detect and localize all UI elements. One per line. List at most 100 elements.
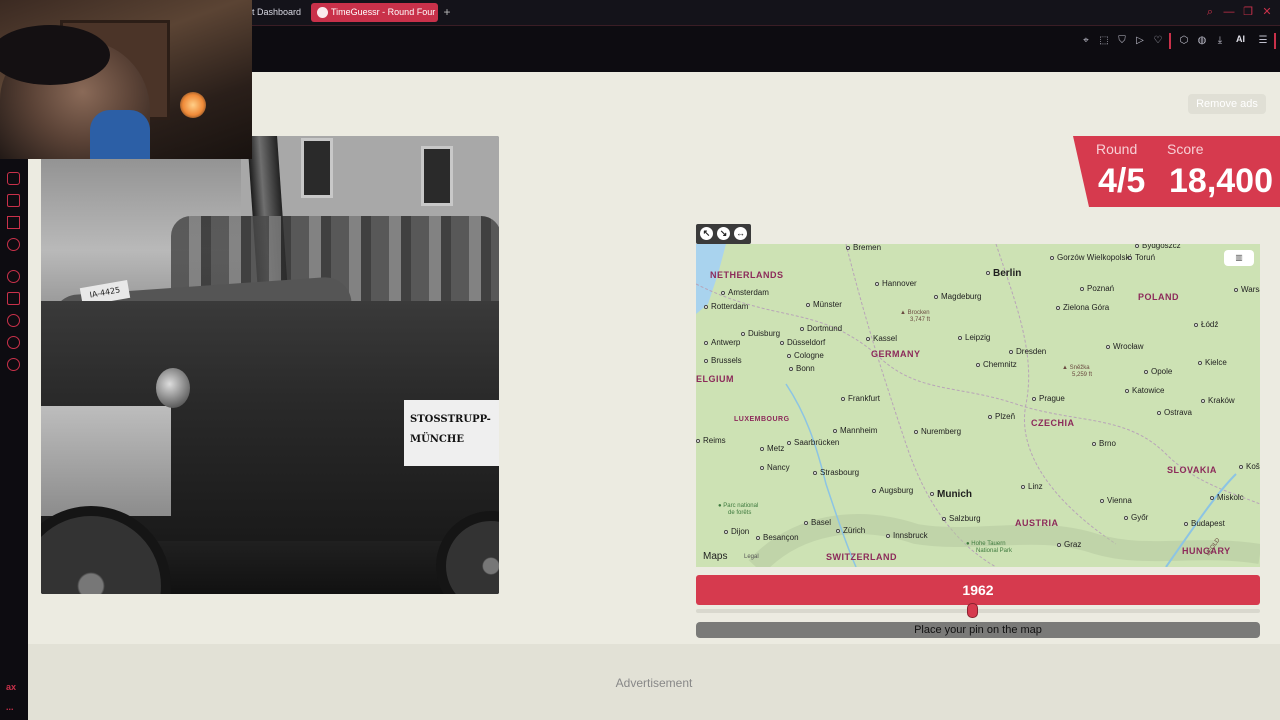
map-city-label: Zürich bbox=[836, 526, 865, 535]
round-photo[interactable]: IA-4425 STOSSTRUPP- MÜNCHE bbox=[41, 136, 499, 594]
instagram-icon[interactable] bbox=[7, 172, 20, 185]
play-circle-icon[interactable] bbox=[7, 270, 20, 283]
city-dot-icon bbox=[1210, 495, 1214, 500]
map-city-label: Brno bbox=[1092, 439, 1116, 448]
tab-timeguessr[interactable]: TimeGuessr - Round Four bbox=[311, 3, 438, 22]
snapshot-icon[interactable]: ⬚ bbox=[1097, 34, 1111, 48]
map-city-label: Salzburg bbox=[942, 514, 981, 523]
tiktok-icon[interactable] bbox=[7, 194, 20, 207]
map-city-label: Düsseldorf bbox=[780, 338, 825, 347]
play-icon[interactable]: ▷ bbox=[1133, 34, 1147, 48]
city-dot-icon bbox=[756, 535, 760, 540]
city-dot-icon bbox=[721, 290, 725, 295]
map-city-label: Miskolc bbox=[1210, 493, 1244, 502]
extensions-sidebar-icon[interactable] bbox=[7, 336, 20, 349]
ai-button[interactable]: AI bbox=[1236, 34, 1245, 44]
tab-dashboard[interactable]: t Dashboard bbox=[244, 3, 310, 22]
photo-sign-line1: STOSSTRUPP- bbox=[410, 414, 491, 425]
map-city-label: Strasbourg bbox=[813, 468, 859, 477]
park-icon: ● bbox=[966, 541, 972, 547]
city-dot-icon bbox=[1106, 344, 1110, 349]
shield-icon[interactable]: ⛉ bbox=[1115, 34, 1129, 48]
download-icon[interactable]: ⤓ bbox=[1213, 34, 1227, 48]
map-country-label: ELGIUM bbox=[696, 374, 734, 384]
map-city-label: Hannover bbox=[875, 279, 917, 288]
map-city-label: Frankfurt bbox=[841, 394, 880, 403]
reset-map-icon[interactable]: ↔ bbox=[734, 227, 747, 240]
city-dot-icon bbox=[914, 429, 918, 434]
map-city-label: Katowice bbox=[1125, 386, 1164, 395]
city-dot-icon bbox=[875, 281, 879, 286]
search-icon[interactable]: ⌕ bbox=[1202, 4, 1218, 20]
city-dot-icon bbox=[800, 326, 804, 331]
map-city-label: Cologne bbox=[787, 351, 824, 360]
minimize-icon[interactable]: — bbox=[1221, 4, 1237, 20]
city-dot-icon bbox=[1201, 398, 1205, 403]
map-city-label: Magdeburg bbox=[934, 292, 981, 301]
photo-truck-hood bbox=[41, 406, 171, 516]
remove-ads-button[interactable]: Remove ads bbox=[1188, 94, 1266, 114]
city-dot-icon bbox=[976, 362, 980, 367]
map-type-toggle[interactable]: ▥ bbox=[1224, 250, 1254, 266]
webcam-shirt bbox=[90, 110, 150, 159]
map-city-label: Graz bbox=[1057, 540, 1081, 549]
map-city-label: Linz bbox=[1021, 482, 1043, 491]
map-country-label: SWITZERLAND bbox=[826, 552, 897, 562]
map-country-label: LUXEMBOURG bbox=[734, 416, 790, 423]
youtube-icon[interactable] bbox=[7, 238, 20, 251]
new-tab-button[interactable]: + bbox=[440, 4, 454, 20]
more-icon[interactable]: ... bbox=[6, 702, 14, 712]
map-city-label: Brussels bbox=[704, 356, 742, 365]
bookmark-icon[interactable] bbox=[7, 292, 20, 305]
city-dot-icon bbox=[1144, 369, 1148, 374]
pin-icon[interactable]: ⌖ bbox=[1079, 34, 1093, 48]
city-dot-icon bbox=[958, 335, 962, 340]
close-icon[interactable]: ✕ bbox=[1259, 4, 1275, 20]
city-dot-icon bbox=[833, 428, 837, 433]
webcam-overlay bbox=[0, 0, 252, 159]
year-slider-thumb[interactable] bbox=[967, 603, 979, 618]
advertisement-label: Advertisement bbox=[615, 676, 693, 690]
city-dot-icon bbox=[760, 446, 764, 451]
map-city-label: Basel bbox=[804, 518, 831, 527]
guess-map[interactable]: ▥ Bremen Berlin Bydgoszcz Gorzów Wielkopols… bbox=[696, 244, 1260, 567]
menu-icon[interactable]: ☰ bbox=[1256, 34, 1270, 48]
city-dot-icon bbox=[704, 358, 708, 363]
map-city-label: Besançon bbox=[756, 533, 799, 542]
expand-map-icon[interactable]: ↖ bbox=[700, 227, 713, 240]
map-city-label: Augsburg bbox=[872, 486, 913, 495]
maximize-icon[interactable]: ❐ bbox=[1240, 4, 1256, 20]
toolbar-separator bbox=[1274, 33, 1276, 49]
city-dot-icon bbox=[1184, 521, 1188, 526]
map-city-label: Bonn bbox=[789, 364, 815, 373]
profile-icon[interactable]: ◍ bbox=[1195, 34, 1209, 48]
heart-icon[interactable]: ♡ bbox=[1151, 34, 1165, 48]
map-city-label: Bremen bbox=[846, 244, 881, 252]
photo-window bbox=[301, 138, 333, 198]
place-pin-button[interactable]: Place your pin on the map bbox=[696, 622, 1260, 638]
city-dot-icon bbox=[1050, 255, 1054, 260]
city-dot-icon bbox=[942, 516, 946, 521]
history-icon[interactable] bbox=[7, 314, 20, 327]
shrink-map-icon[interactable]: ↘ bbox=[717, 227, 730, 240]
city-dot-icon bbox=[704, 304, 708, 309]
city-dot-icon bbox=[780, 340, 784, 345]
toolbar-separator bbox=[1169, 33, 1171, 49]
map-city-label: Saarbrücken bbox=[787, 438, 839, 447]
screen: t Dashboard TimeGuessr - Round Four + ⌕ … bbox=[0, 0, 1280, 720]
x-icon[interactable] bbox=[7, 216, 20, 229]
map-city-label: Győr bbox=[1124, 513, 1148, 522]
mountain-icon: ▲ bbox=[900, 310, 908, 316]
map-city-label: Amsterdam bbox=[721, 288, 769, 297]
map-country-label: NETHERLANDS bbox=[710, 270, 784, 280]
city-dot-icon bbox=[836, 528, 840, 533]
maps-legal-link[interactable]: Legal bbox=[744, 554, 759, 560]
settings-icon[interactable] bbox=[7, 358, 20, 371]
city-dot-icon bbox=[1080, 286, 1084, 291]
opera-gx-logo[interactable]: ax bbox=[6, 682, 16, 692]
city-dot-icon bbox=[1194, 322, 1198, 327]
city-dot-icon bbox=[760, 465, 764, 470]
extensions-icon[interactable]: ⬡ bbox=[1177, 34, 1191, 48]
city-dot-icon bbox=[804, 520, 808, 525]
city-dot-icon bbox=[846, 245, 850, 250]
